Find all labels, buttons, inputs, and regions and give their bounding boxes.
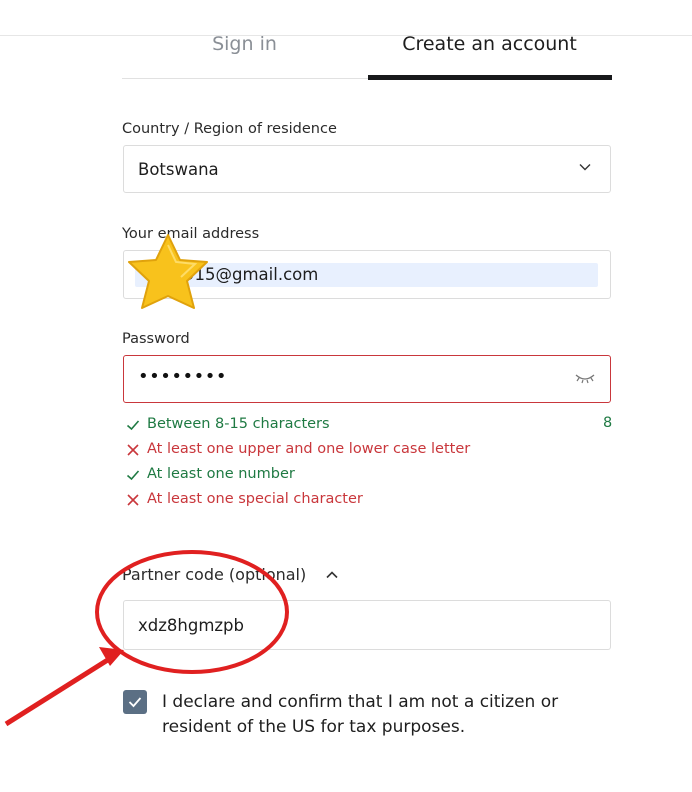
x-icon [127, 494, 139, 506]
email-field[interactable]: 915@gmail.com [123, 250, 611, 299]
partner-code-toggle[interactable]: Partner code (optional) [122, 565, 338, 587]
password-length-count: 8 [603, 415, 613, 431]
chevron-down-icon [579, 164, 591, 171]
password-label: Password [122, 331, 190, 347]
active-tab-indicator [368, 75, 612, 80]
password-value: •••••••• [138, 366, 227, 387]
tab-sign-in-label: Sign in [212, 33, 277, 55]
declaration-text: I declare and confirm that I am not a ci… [162, 692, 559, 737]
country-select[interactable]: Botswana [123, 145, 611, 193]
checkmark-icon [128, 697, 142, 708]
x-icon [127, 444, 139, 456]
chevron-up-icon [326, 571, 338, 579]
partner-code-value: xdz8hgmzpb [138, 616, 245, 635]
annotation-arrow [4, 647, 124, 727]
eye-closed-icon[interactable] [574, 371, 596, 385]
check-icon [126, 470, 140, 481]
tab-sign-in[interactable]: Sign in [122, 30, 367, 80]
rule-text: Between 8-15 characters [147, 416, 330, 432]
auth-tabs: Sign in Create an account [122, 30, 612, 80]
email-label: Your email address [122, 226, 260, 242]
country-label: Country / Region of residence [122, 121, 337, 137]
tab-create-account[interactable]: Create an account [367, 30, 612, 80]
partner-code-label: Partner code (optional) [122, 565, 307, 584]
rule-text: At least one number [147, 466, 295, 482]
declaration-checkbox[interactable] [123, 690, 147, 714]
tab-create-account-label: Create an account [402, 33, 577, 55]
password-field[interactable]: •••••••• [123, 355, 611, 403]
check-icon [126, 420, 140, 431]
rule-text: At least one special character [147, 491, 363, 507]
rule-text: At least one upper and one lower case le… [147, 441, 471, 457]
country-value: Botswana [138, 160, 219, 179]
email-value: 915@gmail.com [184, 265, 319, 284]
partner-code-input[interactable]: xdz8hgmzpb [123, 600, 611, 650]
